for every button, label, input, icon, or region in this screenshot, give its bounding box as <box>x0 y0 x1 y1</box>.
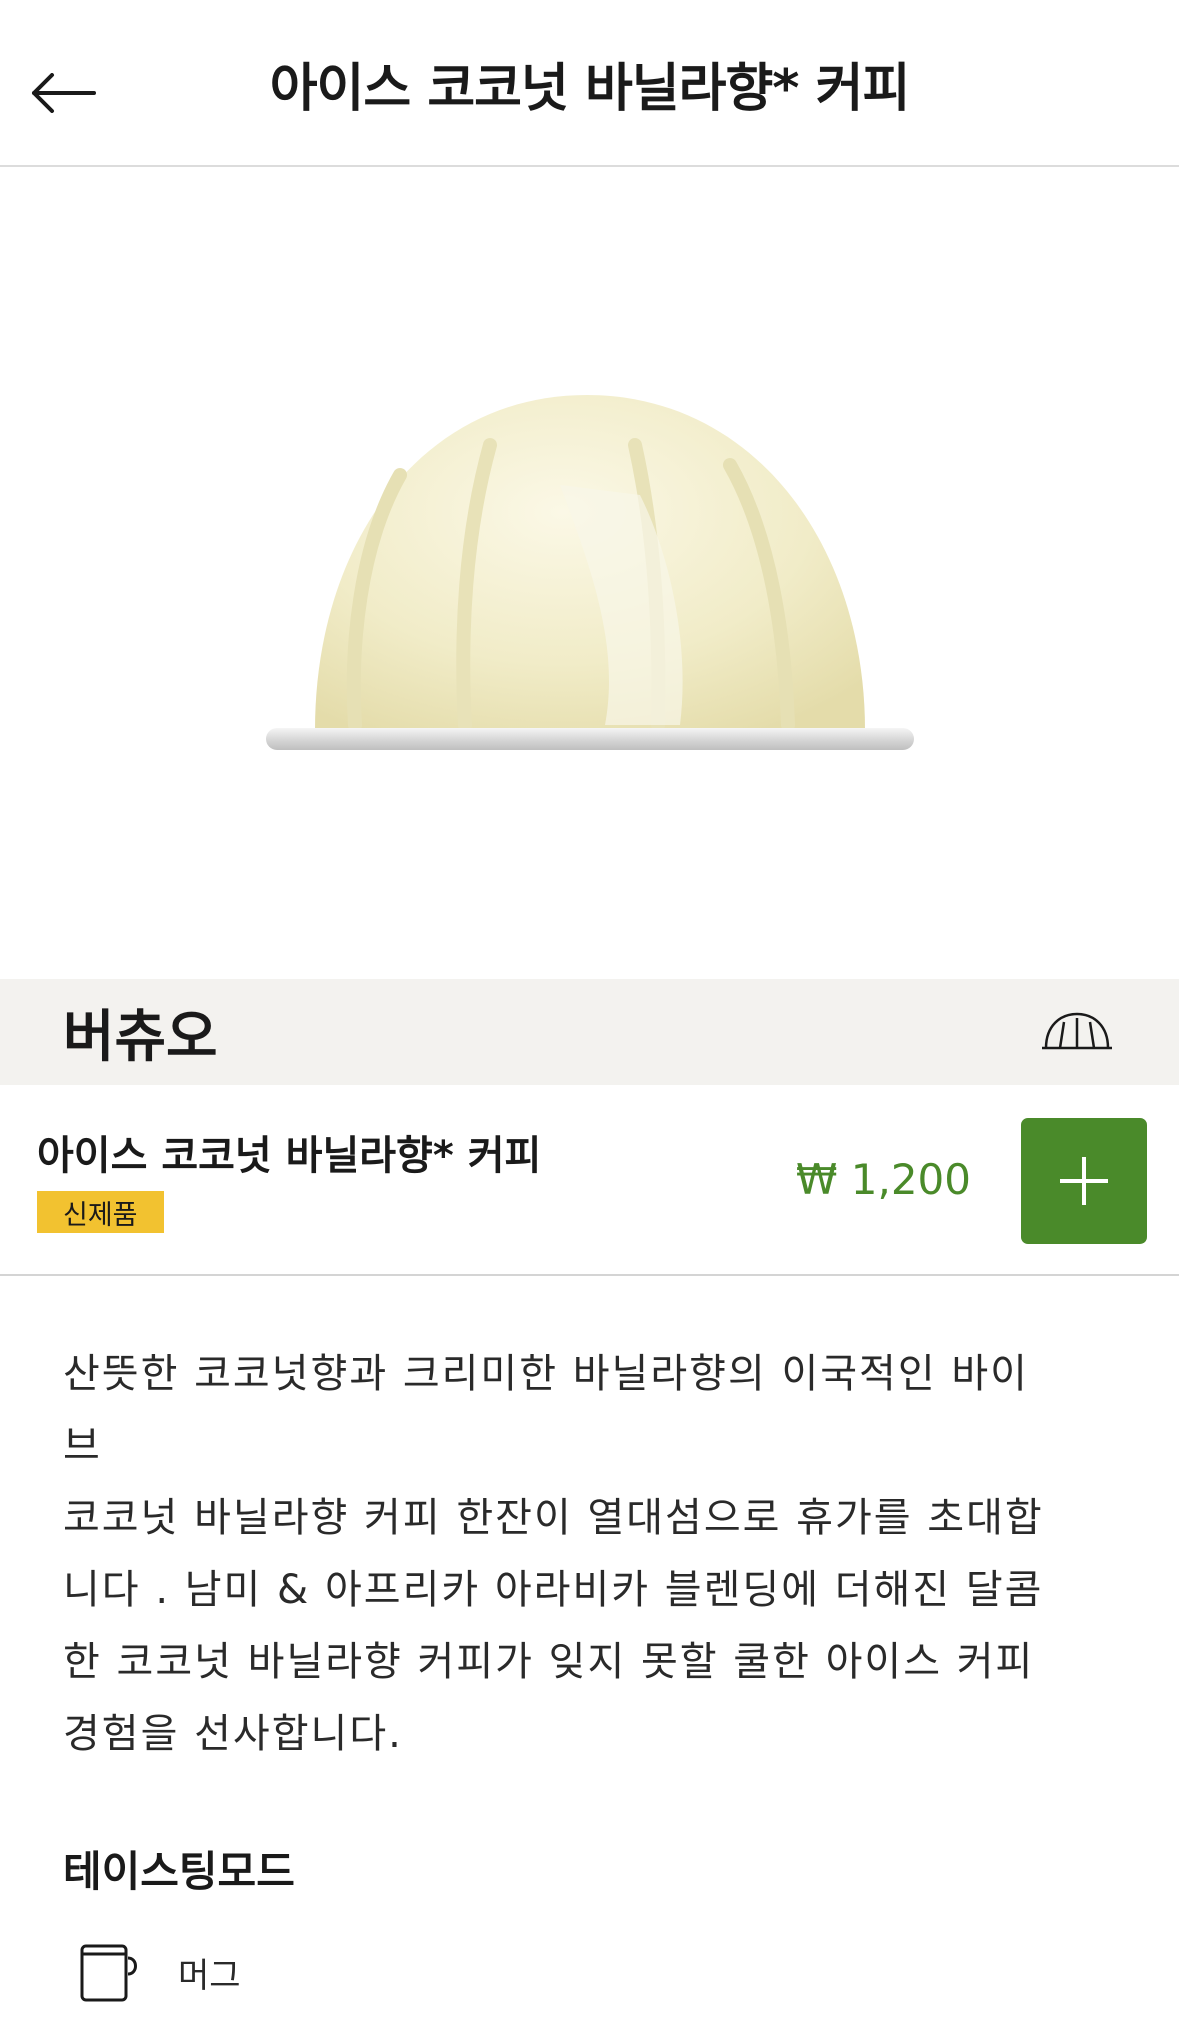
back-button[interactable] <box>18 53 110 133</box>
mug-icon <box>80 1944 137 2002</box>
top-bar: 아이스 코코넛 바닐라향* 커피 <box>0 0 1179 167</box>
tasting-mode-item: 머그 <box>76 1940 241 2004</box>
coffee-capsule-image <box>266 395 914 750</box>
new-product-badge: 신제품 <box>37 1191 164 1233</box>
product-description: 산뜻한 코코넛향과 크리미한 바닐라향의 이국적인 바이 브 코코넛 바닐라향 … <box>63 1351 1044 1757</box>
tasting-mode-label: 머그 <box>178 1955 241 1996</box>
category-label: 버츄오 <box>63 1004 218 1070</box>
tasting-mode-title: 테이스팅모드 <box>63 1847 295 1896</box>
product-name: 아이스 코코넛 바닐라향* 커피 <box>37 1133 542 1179</box>
back-arrow-icon <box>32 73 96 113</box>
add-to-cart-button[interactable] <box>1021 1118 1147 1244</box>
vertuo-capsule-icon <box>1042 1012 1112 1050</box>
category-bar: 버츄오 <box>0 979 1179 1085</box>
product-price: ₩ 1,200 <box>795 1155 971 1204</box>
product-row: 아이스 코코넛 바닐라향* 커피 신제품 ₩ 1,200 <box>0 1085 1179 1276</box>
plus-icon <box>1060 1157 1108 1205</box>
page-title: 아이스 코코넛 바닐라향* 커피 <box>269 59 911 119</box>
